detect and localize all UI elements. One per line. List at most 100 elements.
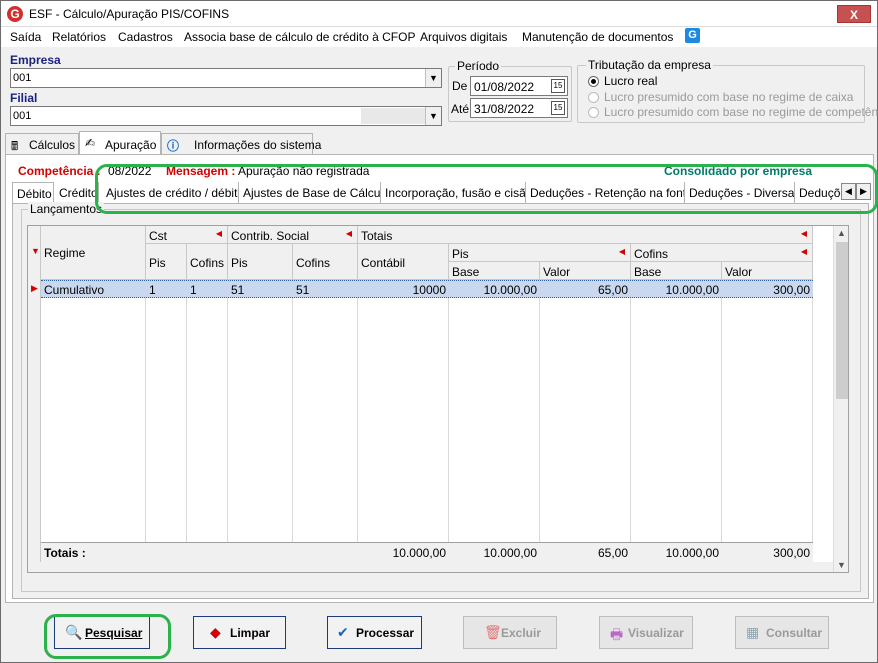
tab-debito[interactable]: Débito (12, 182, 54, 204)
title-bar: G ESF - Cálculo/Apuração PIS/COFINS X (1, 1, 877, 27)
grid-line (630, 280, 631, 542)
info-icon: ⓘ (167, 139, 180, 153)
cell-cs-cofins[interactable]: 51 (296, 283, 309, 297)
tab-informacoes-sistema[interactable]: ⓘ Informações do sistema (161, 133, 321, 154)
printer-icon: 🖶 (610, 626, 624, 642)
total-cofins-valor: 300,00 (773, 546, 810, 560)
grid-line (539, 280, 540, 542)
tributacao-group: Tributação da empresa Lucro real Lucro p… (577, 58, 878, 123)
calendar-icon[interactable]: 15 (551, 79, 565, 93)
collapse-icon[interactable]: ◀ (801, 247, 807, 256)
tab-credito[interactable]: Crédito (55, 182, 99, 203)
total-pis-base: 10.000,00 (483, 546, 537, 560)
scrollbar-thumb[interactable] (836, 242, 848, 399)
header-cst-cofins[interactable]: Cofins (187, 244, 228, 280)
header-cst-pis[interactable]: Pis (146, 244, 187, 280)
filial-label: Filial (10, 91, 38, 105)
header-cst[interactable]: Cst ◀ (146, 226, 228, 244)
help-icon[interactable]: G (685, 28, 700, 43)
periodo-label: Período (455, 59, 502, 73)
date-to-input[interactable]: 31/08/2022 15 (470, 98, 568, 118)
menu-manutencao-documentos[interactable]: Manutenção de documentos (522, 30, 673, 44)
cell-pis-base[interactable]: 10.000,00 (449, 283, 537, 297)
menu-relatorios[interactable]: Relatórios (52, 30, 106, 44)
collapse-icon[interactable]: ◀ (346, 229, 352, 238)
header-cs-cofins[interactable]: Cofins (293, 244, 358, 280)
radio-selected-icon[interactable] (588, 76, 599, 87)
grid-line (812, 280, 813, 542)
header-pis-base[interactable]: Base (449, 262, 540, 280)
row-indicator-column: ▼ ▶ (28, 226, 41, 572)
cell-contabil[interactable]: 10000 (358, 283, 446, 297)
lancamentos-grid[interactable]: ▼ ▶ Regime Cst ◀ Contrib. Social ◀ Totais ◀ (27, 225, 849, 573)
grid-line (145, 280, 146, 542)
cell-regime[interactable]: Cumulativo (44, 283, 104, 297)
apuracao-panel: Competência : 08/2022 Mensagem : Apuraçã… (5, 154, 874, 603)
header-contabil[interactable]: Contábil (358, 244, 449, 280)
scroll-up-icon[interactable]: ▲ (837, 228, 846, 238)
grid-line (357, 280, 358, 542)
header-contrib-social[interactable]: Contrib. Social ◀ (228, 226, 358, 244)
date-from-input[interactable]: 01/08/2022 15 (470, 76, 568, 96)
menu-arquivos-digitais[interactable]: Arquivos digitais (420, 30, 507, 44)
cell-cofins-base[interactable]: 10.000,00 (631, 283, 719, 297)
cell-cofins-valor[interactable]: 300,00 (722, 283, 810, 297)
grid-line (448, 280, 449, 542)
header-totais[interactable]: Totais ◀ (358, 226, 813, 244)
chevron-down-icon[interactable]: ▼ (425, 69, 441, 87)
total-cofins-base: 10.000,00 (665, 546, 719, 560)
header-regime[interactable]: Regime (41, 226, 146, 280)
window-title: ESF - Cálculo/Apuração PIS/COFINS (29, 7, 230, 21)
eraser-icon: ◆ (210, 624, 221, 640)
menu-cadastros[interactable]: Cadastros (118, 30, 173, 44)
menu-associa-base[interactable]: Associa base de cálculo de crédito à CFO… (184, 30, 415, 44)
empresa-select[interactable]: 001 ▼ (10, 68, 442, 88)
grid-line (721, 280, 722, 542)
trash-icon: 🗑 (484, 624, 502, 640)
calendar-icon[interactable]: 15 (551, 101, 565, 115)
header-pis[interactable]: Pis ◀ (449, 244, 631, 262)
ate-label: Até (451, 102, 470, 116)
vertical-scrollbar[interactable]: ▲ ▼ (833, 226, 848, 572)
header-cofins[interactable]: Cofins ◀ (631, 244, 813, 262)
app-logo-icon: G (7, 6, 23, 22)
header-cofins-valor[interactable]: Valor (722, 262, 813, 280)
header-cofins-base[interactable]: Base (631, 262, 722, 280)
highlight-subtabs-annotation (95, 164, 878, 214)
empresa-value: 001 (13, 72, 32, 84)
periodo-group: Período De 01/08/2022 15 Até 31/08/2022 … (448, 59, 572, 122)
cell-pis-valor[interactable]: 65,00 (540, 283, 628, 297)
check-icon: ✔ (337, 624, 349, 640)
collapse-icon[interactable]: ◀ (216, 229, 222, 238)
date-from-value: 01/08/2022 (474, 80, 535, 94)
scroll-down-icon[interactable]: ▼ (837, 560, 846, 570)
collapse-icon[interactable]: ◀ (619, 247, 625, 256)
collapse-icon[interactable]: ◀ (801, 229, 807, 238)
debito-panel: Lançamentos ▼ ▶ Regime Cst ◀ Contrib. Soc… (12, 202, 869, 599)
close-button[interactable]: X (837, 5, 871, 23)
cell-cst-pis[interactable]: 1 (149, 283, 156, 297)
lancamentos-label: Lançamentos (28, 202, 105, 216)
horizontal-scrollbar[interactable] (28, 562, 834, 572)
header-cs-pis[interactable]: Pis (228, 244, 293, 280)
filial-value: 001 (13, 110, 32, 122)
tributacao-label: Tributação da empresa (586, 58, 713, 72)
header-pis-valor[interactable]: Valor (540, 262, 631, 280)
menu-saida[interactable]: Saída (10, 30, 41, 44)
limpar-button[interactable]: ◆ Limpar (193, 616, 286, 649)
de-label: De (452, 79, 468, 93)
filial-select[interactable]: 001 ▼ (10, 106, 442, 126)
chevron-down-icon[interactable]: ▼ (425, 107, 441, 125)
date-to-value: 31/08/2022 (474, 102, 535, 116)
tab-apuracao[interactable]: ✍ Apuração (79, 131, 161, 155)
cell-cst-cofins[interactable]: 1 (190, 283, 197, 297)
grid-line (227, 280, 228, 542)
apuracao-icon: ✍ (85, 136, 96, 150)
grid-line (292, 280, 293, 542)
cell-cs-pis[interactable]: 51 (231, 283, 244, 297)
grid-icon: ▦ (746, 624, 760, 640)
tab-calculos[interactable]: 🖩 Cálculos (5, 133, 79, 154)
lancamentos-group: Lançamentos ▼ ▶ Regime Cst ◀ Contrib. Soc… (21, 202, 861, 592)
processar-button[interactable]: ✔ Processar (327, 616, 422, 649)
total-pis-valor: 65,00 (597, 546, 628, 560)
